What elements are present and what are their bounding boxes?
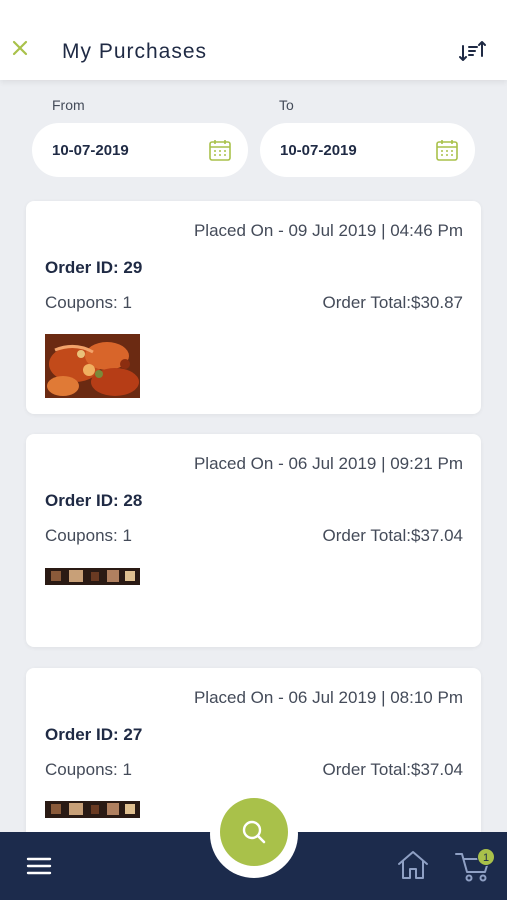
from-date-field[interactable]: 10-07-2019 [32, 123, 248, 177]
close-icon [12, 40, 28, 56]
to-date-value: 10-07-2019 [280, 141, 357, 159]
search-button[interactable] [220, 798, 288, 866]
order-placed-on: Placed On - 09 Jul 2019 | 04:46 Pm [193, 221, 463, 240]
order-placed-on: Placed On - 06 Jul 2019 | 08:10 Pm [193, 688, 463, 707]
order-id: Order ID: 28 [45, 491, 143, 510]
home-button[interactable] [396, 848, 430, 882]
search-icon [242, 820, 266, 844]
order-total: Order Total:$37.04 [322, 760, 464, 779]
menu-button[interactable] [26, 856, 52, 876]
hamburger-menu-icon [26, 857, 52, 875]
sort-icon [459, 41, 486, 61]
close-button[interactable] [8, 36, 32, 60]
app-header: My Purchases [0, 0, 507, 80]
from-label: From [52, 97, 85, 113]
order-thumbnail [45, 568, 140, 585]
page-title: My Purchases [62, 40, 208, 63]
order-card[interactable]: Placed On - 06 Jul 2019 | 09:21 Pm Order… [26, 434, 481, 647]
order-total: Order Total:$37.04 [322, 526, 464, 545]
sort-button[interactable] [459, 38, 487, 64]
to-date-field[interactable]: 10-07-2019 [260, 123, 475, 177]
from-date-value: 10-07-2019 [52, 141, 129, 159]
order-coupons: Coupons: 1 [45, 293, 132, 312]
calendar-icon [436, 140, 458, 161]
to-label: To [279, 97, 294, 113]
calendar-icon [209, 140, 231, 161]
order-card[interactable]: Placed On - 09 Jul 2019 | 04:46 Pm Order… [26, 201, 481, 414]
order-id: Order ID: 29 [45, 258, 143, 277]
home-icon [398, 851, 428, 879]
order-thumbnail [45, 334, 140, 398]
cart-count-badge: 1 [477, 848, 495, 866]
order-coupons: Coupons: 1 [45, 526, 132, 545]
order-placed-on: Placed On - 06 Jul 2019 | 09:21 Pm [193, 454, 463, 473]
order-coupons: Coupons: 1 [45, 760, 132, 779]
order-thumbnail [45, 801, 140, 818]
order-id: Order ID: 27 [45, 725, 143, 744]
order-total: Order Total:$30.87 [322, 293, 464, 312]
